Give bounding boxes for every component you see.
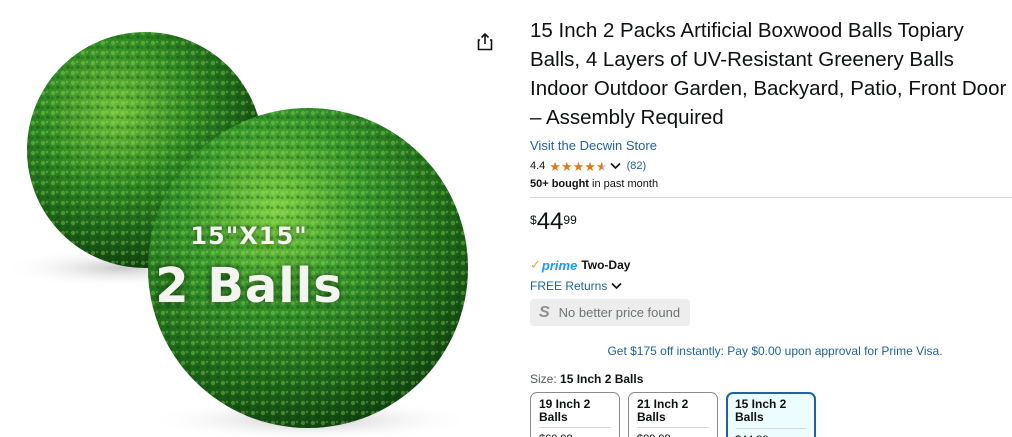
prime-delivery[interactable]: ✓ prime Two-Day [530,257,1012,273]
bought-count: 50+ bought [530,178,589,190]
image-overlay-count: 2 Balls [155,258,343,314]
free-returns-label: FREE Returns [530,279,608,293]
price: $ 44 99 [530,210,1012,238]
half-star-icon: ★ [595,158,608,174]
star-icon: ★ [584,158,596,174]
prime-delivery-speed: Two-Day [581,258,631,272]
product-details: 15 Inch 2 Packs Artificial Boxwood Balls… [530,16,1012,437]
size-options: 19 Inch 2 Balls $60.98 21 Inch 2 Balls $… [530,392,1012,437]
bought-period: in past month [588,178,659,190]
rating-value: 4.4 [530,160,546,172]
size-option-name: 15 Inch 2 Balls [735,397,787,424]
prime-check-icon: ✓ [530,257,541,272]
prime-visa-offer-link[interactable]: Get $175 off instantly: Pay $0.00 upon a… [530,344,1012,358]
rating-dropdown-button[interactable] [610,162,621,170]
store-link[interactable]: Visit the Decwin Store [530,138,1012,153]
rating-row: 4.4 ★ ★ ★ ★ ★ (82) [530,158,1012,174]
prime-logo: prime [541,257,578,273]
size-option-price: $60.98 [531,428,619,437]
no-better-price-badge: S No better price found [530,299,691,326]
divider [530,197,1012,198]
product-title: 15 Inch 2 Packs Artificial Boxwood Balls… [530,19,1007,129]
price-whole: 44 [536,208,564,235]
size-option-15-inch[interactable]: 15 Inch 2 Balls $44.99 [726,392,816,437]
star-icon: ★ [572,158,585,174]
size-label: Size: 15 Inch 2 Balls [530,372,1012,386]
price-symbol: $ [530,213,537,227]
size-selected-value: 15 Inch 2 Balls [560,372,644,386]
chevron-down-icon [610,162,621,170]
size-option-name: 21 Inch 2 Balls [637,397,689,424]
size-option-price: $89.98 [629,428,717,437]
star-icon: ★ [549,158,561,174]
chevron-down-icon [611,282,622,290]
star-rating[interactable]: ★ ★ ★ ★ ★ [549,160,607,173]
free-returns-link[interactable]: FREE Returns [530,279,1012,293]
star-icon: ★ [560,158,573,174]
size-label-prefix: Size: [530,372,561,386]
size-option-price: $44.99 [728,429,814,437]
size-option-name: 19 Inch 2 Balls [539,397,591,424]
product-image[interactable]: 15"X15" 2 Balls [0,0,468,437]
bought-in-past-month: 50+ bought in past month [530,178,1012,190]
rating-count-link[interactable]: (82) [627,160,647,172]
no-better-price-text: No better price found [558,305,681,320]
size-option-21-inch[interactable]: 21 Inch 2 Balls $89.98 [628,392,718,437]
share-icon [477,33,493,51]
image-overlay-dimensions: 15"X15" [190,222,308,250]
s-icon: S [539,303,550,321]
size-option-19-inch[interactable]: 19 Inch 2 Balls $60.98 [530,392,620,437]
share-button[interactable] [474,30,496,54]
boxwood-balls-illustration [2,32,468,437]
price-fraction: 99 [563,213,577,227]
